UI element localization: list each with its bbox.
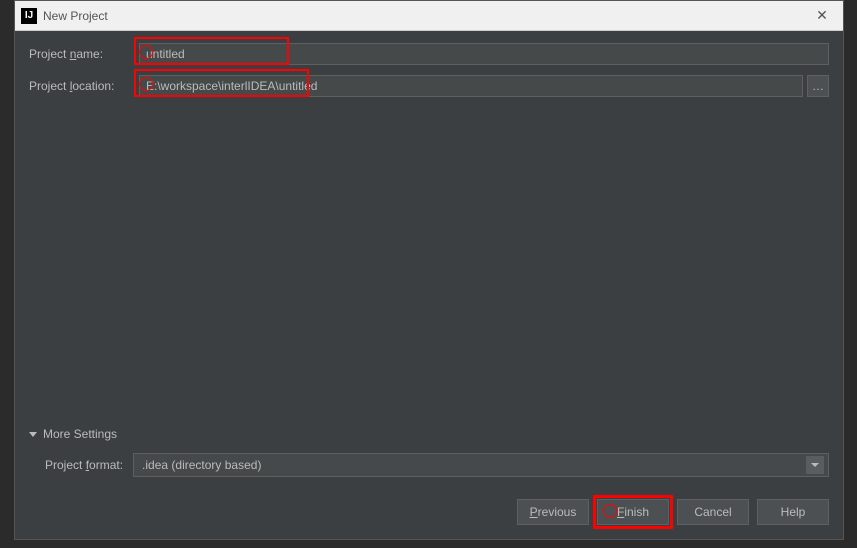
dialog-title: New Project	[43, 9, 807, 23]
titlebar: IJ New Project ✕	[15, 1, 843, 31]
project-name-label: Project name:	[29, 47, 139, 61]
chevron-down-icon	[806, 456, 824, 474]
project-format-label: Project format:	[45, 458, 123, 472]
close-icon[interactable]: ✕	[807, 1, 837, 31]
finish-button[interactable]: Finish	[597, 499, 669, 525]
more-settings-label: More Settings	[43, 427, 117, 441]
form-area: Project name: Project location: …	[15, 31, 843, 427]
browse-button[interactable]: …	[807, 75, 829, 97]
project-name-input[interactable]	[139, 43, 829, 65]
more-settings-toggle[interactable]: More Settings	[29, 427, 829, 441]
more-settings-section: More Settings Project format: .idea (dir…	[15, 427, 843, 477]
help-button[interactable]: Help	[757, 499, 829, 525]
project-location-input[interactable]	[139, 75, 803, 97]
chevron-down-icon	[29, 432, 37, 437]
project-format-value: .idea (directory based)	[142, 458, 261, 472]
app-icon: IJ	[21, 8, 37, 24]
button-bar: Previous Finish Cancel Help	[15, 489, 843, 539]
project-format-select[interactable]: .idea (directory based)	[133, 453, 829, 477]
new-project-dialog: IJ New Project ✕ Project name: Project l…	[14, 0, 844, 540]
project-name-row: Project name:	[29, 43, 829, 65]
project-format-row: Project format: .idea (directory based)	[29, 453, 829, 477]
background-editor-fragment	[844, 30, 857, 530]
previous-button[interactable]: Previous	[517, 499, 589, 525]
project-location-label: Project location:	[29, 79, 139, 93]
project-location-row: Project location: …	[29, 75, 829, 97]
cancel-button[interactable]: Cancel	[677, 499, 749, 525]
